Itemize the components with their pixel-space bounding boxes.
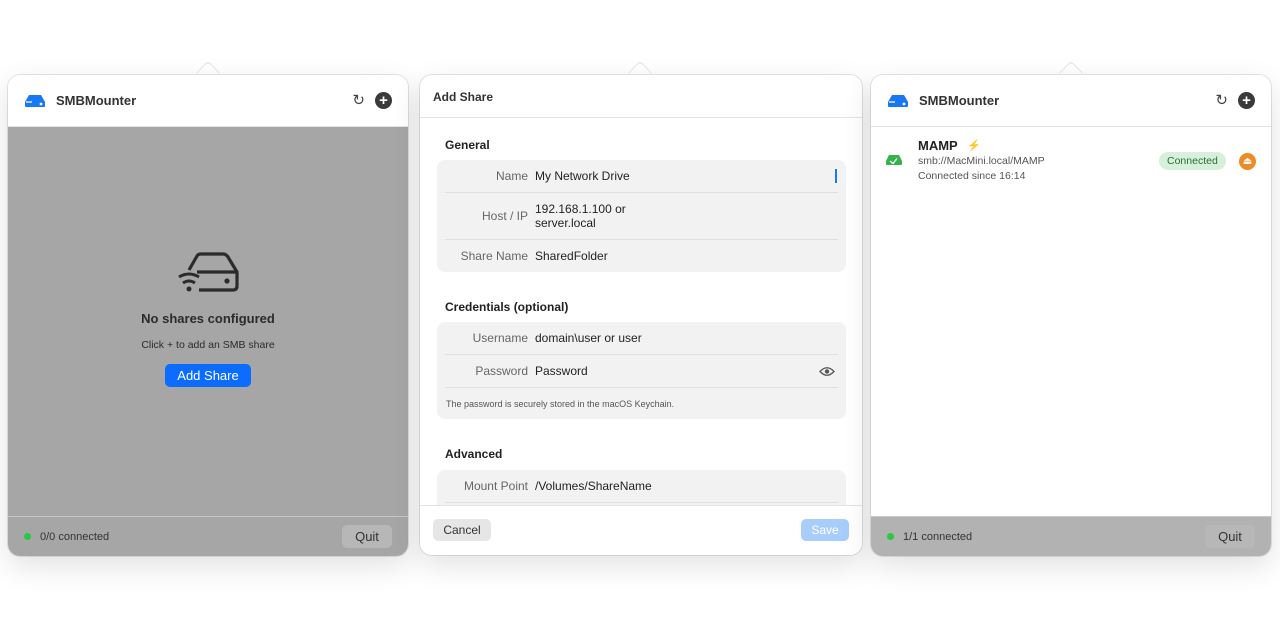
refresh-icon[interactable]: ↻ xyxy=(352,93,365,108)
divider xyxy=(445,239,838,240)
refresh-icon[interactable]: ↻ xyxy=(1215,93,1228,108)
share-row[interactable]: MAMP ⚡ smb://MacMini.local/MAMP Connecte… xyxy=(871,127,1271,197)
name-row: Name My Network Drive xyxy=(445,168,838,184)
app-title: SMBMounter xyxy=(56,93,137,108)
plus-circle-icon[interactable]: + xyxy=(1238,92,1255,109)
section-credentials-heading: Credentials (optional) xyxy=(445,300,569,314)
bolt-icon: ⚡ xyxy=(967,140,981,152)
divider xyxy=(445,387,838,388)
save-button[interactable]: Save xyxy=(801,519,849,541)
general-group: Name My Network Drive Host / IP 192.168.… xyxy=(437,160,846,272)
add-share-button[interactable]: Add Share xyxy=(165,364,251,387)
connection-status: 0/0 connected xyxy=(40,530,110,543)
connected-drive-icon xyxy=(886,155,902,165)
quit-button[interactable]: Quit xyxy=(1205,525,1255,548)
content-area: No shares configured Click + to add an S… xyxy=(8,127,408,516)
connection-status: 1/1 connected xyxy=(903,530,973,543)
host-row: Host / IP 192.168.1.100 or server.local xyxy=(445,201,838,231)
divider xyxy=(445,192,838,193)
name-label: Name xyxy=(495,169,528,183)
share-name-field[interactable]: SharedFolder xyxy=(535,249,608,263)
username-label: Username xyxy=(472,331,528,345)
keychain-hint: The password is securely stored in the m… xyxy=(446,399,675,409)
mount-point-field[interactable]: /Volumes/ShareName xyxy=(535,479,652,493)
host-placeholder-line2: server.local xyxy=(535,216,596,230)
app-title: SMBMounter xyxy=(919,93,1000,108)
smb-drive-icon xyxy=(888,94,908,107)
section-advanced-heading: Advanced xyxy=(445,447,503,461)
mount-point-label: Mount Point xyxy=(463,479,528,493)
share-name: MAMP xyxy=(918,138,958,153)
name-field[interactable]: My Network Drive xyxy=(535,169,630,183)
section-general-heading: General xyxy=(445,138,490,152)
status-badge: Connected xyxy=(1159,152,1226,170)
password-field[interactable]: Password xyxy=(535,364,588,378)
host-label: Host / IP xyxy=(481,209,528,223)
text-caret xyxy=(835,169,837,183)
plus-circle-icon[interactable]: + xyxy=(375,92,392,109)
add-share-popover: Add Share General Name My Network Drive … xyxy=(420,75,862,555)
smb-drive-icon xyxy=(25,94,45,107)
credentials-group: Username domain\user or user Password Pa… xyxy=(437,322,846,419)
popover-header: SMBMounter ↻ + xyxy=(8,75,408,127)
password-label: Password xyxy=(475,364,528,378)
username-field[interactable]: domain\user or user xyxy=(535,331,642,345)
cancel-button[interactable]: Cancel xyxy=(433,519,491,541)
empty-state: No shares configured Click + to add an S… xyxy=(8,252,408,387)
username-row: Username domain\user or user xyxy=(445,330,838,346)
divider xyxy=(445,502,838,503)
share-name-row: Share Name SharedFolder xyxy=(445,248,838,264)
connected-since: Connected since 16:14 xyxy=(918,170,1026,182)
share-url: smb://MacMini.local/MAMP xyxy=(918,155,1045,167)
status-dot xyxy=(887,533,894,540)
status-dot xyxy=(24,533,31,540)
empty-subtitle: Click + to add an SMB share xyxy=(141,339,275,351)
password-row: Password Password xyxy=(445,363,838,379)
empty-popover: SMBMounter ↻ + No shares configured Clic… xyxy=(8,75,408,556)
empty-title: No shares configured xyxy=(141,311,275,326)
popover-header: SMBMounter ↻ + xyxy=(871,75,1271,127)
eject-icon[interactable]: ⏏ xyxy=(1239,153,1256,170)
quit-button[interactable]: Quit xyxy=(342,525,392,548)
popover-footer: 1/1 connected Quit xyxy=(871,516,1271,556)
divider xyxy=(445,354,838,355)
popover-footer: 0/0 connected Quit xyxy=(8,516,408,556)
network-drive-icon xyxy=(178,252,239,292)
mount-point-row: Mount Point /Volumes/ShareName xyxy=(445,478,838,494)
eye-icon[interactable] xyxy=(819,366,835,377)
dialog-actions: Cancel Save xyxy=(420,505,862,555)
share-name-label: Share Name xyxy=(460,249,528,263)
host-placeholder-line1: 192.168.1.100 or xyxy=(535,202,626,216)
dialog-title: Add Share xyxy=(420,75,862,118)
connected-popover: SMBMounter ↻ + MAMP ⚡ smb://MacMini.loca… xyxy=(871,75,1271,556)
host-field[interactable]: 192.168.1.100 or server.local xyxy=(535,202,626,230)
